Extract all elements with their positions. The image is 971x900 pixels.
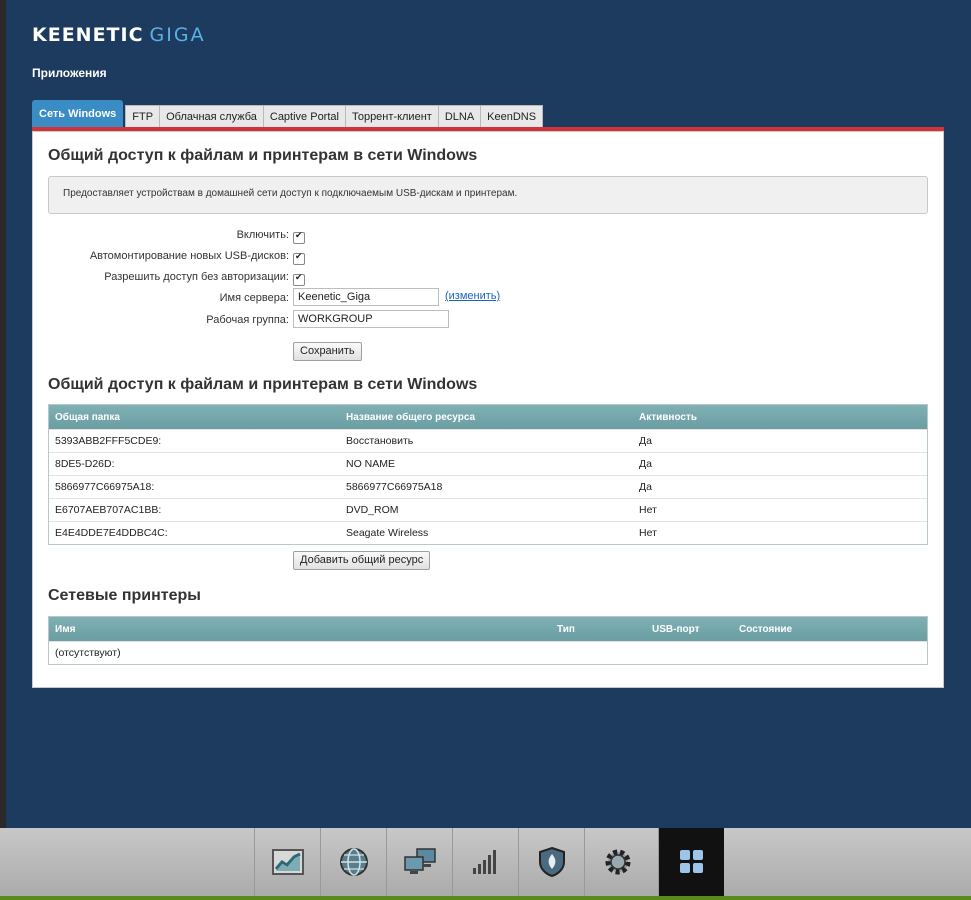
save-button[interactable]: Сохранить <box>293 342 362 361</box>
section-title-shares: Общий доступ к файлам и принтерам в сети… <box>48 376 478 393</box>
col-share-name: Название общего ресурса <box>346 412 476 423</box>
automount-row: Автомонтирование новых USB-дисков: <box>33 248 633 266</box>
logo-model: GIGA <box>149 24 206 46</box>
table-row[interactable]: E6707AEB707AC1BB: DVD_ROM Нет <box>49 498 927 521</box>
cell-folder: 5393ABB2FFF5CDE9: <box>55 435 162 447</box>
network-computers-icon <box>403 848 436 874</box>
printers-table: Имя Тип USB-порт Состояние (отсутствуют) <box>48 616 928 665</box>
cell-share-name: Seagate Wireless <box>346 527 429 539</box>
apps-grid-icon <box>679 850 703 873</box>
page-title: Приложения <box>32 66 107 80</box>
globe-icon <box>339 848 368 876</box>
bottom-accent-line <box>0 896 971 900</box>
col-shared-folder: Общая папка <box>55 412 120 423</box>
section-title-printers: Сетевые принтеры <box>48 587 201 604</box>
chart-icon <box>271 849 304 875</box>
left-edge <box>0 0 6 828</box>
table-row[interactable]: 5393ABB2FFF5CDE9: Восстановить Да <box>49 429 927 452</box>
enable-checkbox[interactable] <box>293 230 305 244</box>
workgroup-label: Рабочая группа: <box>206 314 289 326</box>
info-box: Предоставляет устройствам в домашней сет… <box>48 176 928 214</box>
tab-torrent-client[interactable]: Торрент-клиент <box>344 105 439 127</box>
col-status: Состояние <box>739 624 793 635</box>
printers-table-header: Имя Тип USB-порт Состояние <box>49 617 927 641</box>
workgroup-input[interactable] <box>293 310 449 328</box>
nav-settings[interactable] <box>584 828 650 896</box>
table-row[interactable]: 5866977C66975A18: 5866977C66975A18 Да <box>49 475 927 498</box>
server-name-row: Имя сервера: (изменить) <box>33 288 633 308</box>
cell-active: Да <box>639 481 652 493</box>
table-row[interactable]: 8DE5-D26D: NO NAME Да <box>49 452 927 475</box>
section-title-sharing: Общий доступ к файлам и принтерам в сети… <box>48 147 478 164</box>
tab-bar: Сеть Windows FTP Облачная служба Captive… <box>32 100 544 127</box>
gear-icon <box>605 849 630 875</box>
table-row: (отсутствуют) <box>49 641 927 664</box>
shield-icon <box>538 846 565 878</box>
cell-folder: E6707AEB707AC1BB: <box>55 504 162 516</box>
server-name-input[interactable] <box>293 288 439 306</box>
cell-folder: E4E4DDE7E4DDBC4C: <box>55 527 168 539</box>
cell-active: Нет <box>639 504 657 516</box>
automount-label: Автомонтирование новых USB-дисков: <box>89 250 289 262</box>
cell-share-name: Восстановить <box>346 435 414 447</box>
tab-cloud-service[interactable]: Облачная служба <box>159 105 264 127</box>
signal-bars-icon <box>472 850 496 874</box>
server-name-label: Имя сервера: <box>219 292 289 304</box>
col-usb-port: USB-порт <box>652 624 700 635</box>
automount-checkbox[interactable] <box>293 251 305 265</box>
nav-security[interactable] <box>518 828 584 896</box>
nav-applications[interactable] <box>658 828 724 896</box>
cell-share-name: DVD_ROM <box>346 504 399 516</box>
bottom-nav <box>0 828 971 900</box>
cell-active: Да <box>639 435 652 447</box>
col-active: Активность <box>639 412 698 423</box>
noauth-row: Разрешить доступ без авторизации: <box>33 269 633 287</box>
cell-folder: 5866977C66975A18: <box>55 481 155 493</box>
cell-active: Нет <box>639 527 657 539</box>
enable-label: Включить: <box>236 229 289 241</box>
cell-share-name: 5866977C66975A18 <box>346 481 443 493</box>
shares-table-header: Общая папка Название общего ресурса Акти… <box>49 405 927 429</box>
shares-table: Общая папка Название общего ресурса Акти… <box>48 404 928 545</box>
tab-ftp[interactable]: FTP <box>125 105 161 127</box>
noauth-checkbox[interactable] <box>293 272 305 286</box>
nav-dashboard[interactable] <box>254 828 320 896</box>
printers-empty: (отсутствуют) <box>55 647 121 659</box>
tab-captive-portal[interactable]: Captive Portal <box>262 105 346 127</box>
cell-folder: 8DE5-D26D: <box>55 458 115 470</box>
tab-windows-network[interactable]: Сеть Windows <box>32 100 124 127</box>
logo: KEENETIC GIGA <box>32 24 206 47</box>
change-server-name-link[interactable]: (изменить) <box>445 290 500 302</box>
add-share-button[interactable]: Добавить общий ресурс <box>293 551 431 570</box>
tab-dlna[interactable]: DLNA <box>437 105 482 127</box>
col-name: Имя <box>55 624 76 635</box>
enable-row: Включить: <box>33 227 633 245</box>
col-type: Тип <box>557 624 575 635</box>
noauth-label: Разрешить доступ без авторизации: <box>104 271 289 283</box>
content-panel: Общий доступ к файлам и принтерам в сети… <box>32 131 944 688</box>
nav-internet[interactable] <box>320 828 386 896</box>
nav-home-network[interactable] <box>386 828 452 896</box>
cell-active: Да <box>639 458 652 470</box>
cell-share-name: NO NAME <box>346 458 396 470</box>
workgroup-row: Рабочая группа: <box>33 310 633 330</box>
tab-keendns[interactable]: KeenDNS <box>480 105 544 127</box>
nav-wifi[interactable] <box>452 828 518 896</box>
logo-brand: KEENETIC <box>32 24 144 46</box>
table-row[interactable]: E4E4DDE7E4DDBC4C: Seagate Wireless Нет <box>49 521 927 544</box>
